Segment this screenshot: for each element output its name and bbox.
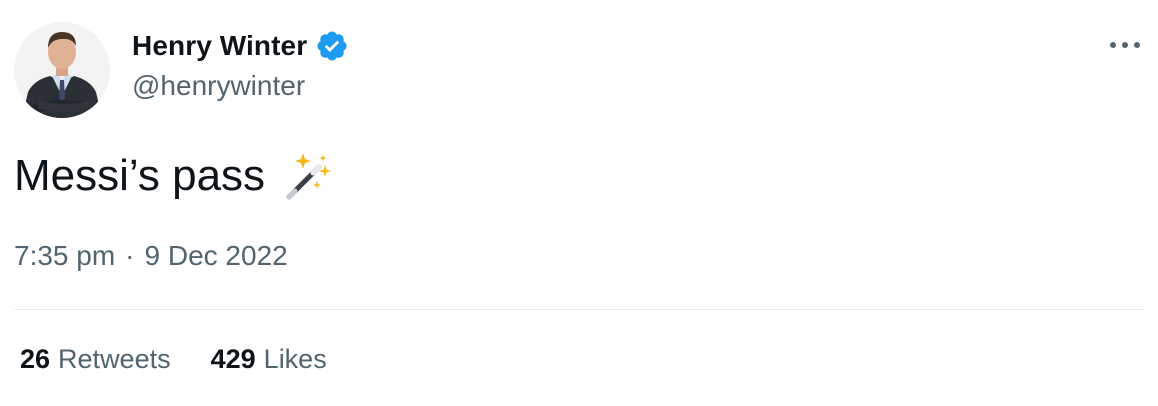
- magic-wand-icon: [283, 151, 333, 201]
- verified-badge-icon: [315, 29, 349, 63]
- divider: [14, 309, 1144, 310]
- timestamp-separator: ·: [125, 240, 135, 271]
- likes-label: Likes: [263, 344, 327, 374]
- avatar-image: [14, 22, 110, 118]
- author-handle[interactable]: @henrywinter: [132, 70, 305, 102]
- retweets-label: Retweets: [58, 344, 171, 374]
- tweet-time[interactable]: 7:35 pm: [14, 240, 115, 272]
- avatar[interactable]: [14, 22, 110, 118]
- author-display-name[interactable]: Henry Winter: [132, 30, 307, 62]
- tweet-text-content: Messi’s pass: [14, 151, 266, 200]
- tweet-date[interactable]: 9 Dec 2022: [145, 240, 288, 272]
- more-options-button[interactable]: [1110, 36, 1140, 54]
- more-dot-icon: [1110, 42, 1116, 48]
- retweets-count: 26: [20, 344, 51, 374]
- likes-stat[interactable]: 429 Likes: [211, 344, 327, 375]
- tweet-stats: 26 Retweets 429 Likes: [20, 344, 327, 375]
- likes-count: 429: [210, 344, 256, 374]
- tweet-text: Messi’s pass: [14, 148, 333, 204]
- more-dot-icon: [1122, 42, 1128, 48]
- tweet-timestamp[interactable]: 7:35 pm · 9 Dec 2022: [14, 240, 288, 272]
- author-name-row[interactable]: Henry Winter: [132, 26, 349, 66]
- more-dot-icon: [1134, 42, 1140, 48]
- retweets-stat[interactable]: 26 Retweets: [20, 344, 171, 375]
